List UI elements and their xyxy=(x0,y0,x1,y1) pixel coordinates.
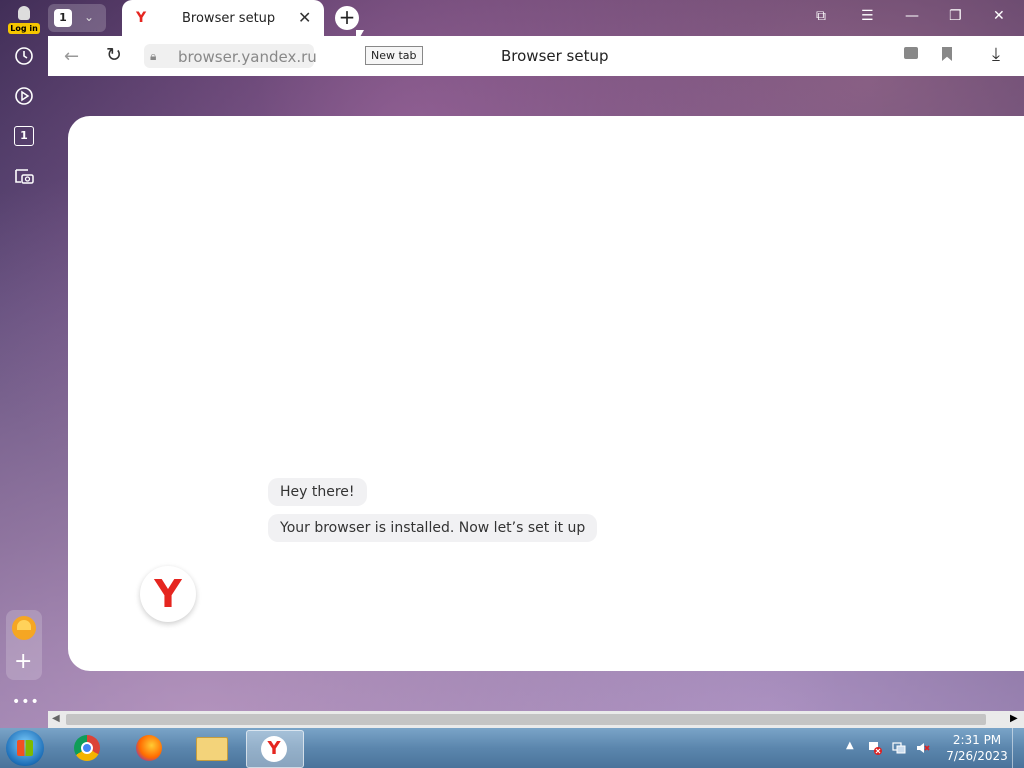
reload-icon[interactable]: ↻ xyxy=(106,44,122,66)
mouse-cursor-icon xyxy=(356,30,364,44)
scrollbar-thumb[interactable] xyxy=(66,714,986,725)
taskbar-app-explorer[interactable] xyxy=(184,730,240,766)
action-center-flag-icon[interactable] xyxy=(868,740,882,755)
media-button[interactable] xyxy=(8,80,40,112)
close-window-icon[interactable]: ✕ xyxy=(993,8,1005,24)
scroll-right-arrow-icon[interactable]: ▶ xyxy=(1010,713,1018,724)
history-icon xyxy=(15,47,33,65)
taskbar-app-firefox[interactable] xyxy=(122,730,178,766)
volume-muted-icon[interactable] xyxy=(916,740,930,754)
clock-date: 7/26/2023 xyxy=(946,749,1008,763)
new-tab-button[interactable]: + xyxy=(335,6,359,30)
taskbar: Y ▲ 2:31 PM 7/26/2023 xyxy=(0,728,1024,768)
chevron-down-icon: ⌄ xyxy=(84,10,95,24)
start-button[interactable] xyxy=(6,730,44,766)
login-label: Log in xyxy=(8,23,40,34)
horizontal-scrollbar[interactable]: ◀ ▶ xyxy=(48,711,1024,728)
lock-icon[interactable]: 🔒︎ xyxy=(150,49,162,63)
url-text: browser.yandex.ru xyxy=(178,48,317,66)
show-hidden-icons-icon[interactable]: ▲ xyxy=(846,740,854,751)
tab-title: Browser setup xyxy=(182,11,276,26)
chrome-icon xyxy=(74,735,100,761)
bookmarks-panel-icon[interactable]: ⧉ xyxy=(816,8,826,24)
address-bar: ← ↻ 🔒︎ browser.yandex.ru Browser setup ⤓ xyxy=(48,36,1024,76)
more-icon[interactable]: ••• xyxy=(12,694,40,710)
tab-browser-setup[interactable]: Y Browser setup ✕ xyxy=(122,0,324,38)
tab-count-icon: 1 xyxy=(14,126,34,146)
restore-icon[interactable]: ❐ xyxy=(949,8,962,24)
yandex-logo-icon: Y xyxy=(140,566,196,622)
page-title: Browser setup xyxy=(501,47,609,65)
minimize-icon[interactable]: — xyxy=(905,8,919,24)
back-arrow-icon[interactable]: ← xyxy=(64,46,79,67)
folder-icon xyxy=(196,737,228,761)
url-field[interactable]: 🔒︎ browser.yandex.ru xyxy=(144,44,317,68)
new-tab-tooltip: New tab xyxy=(365,46,423,65)
zen-icon[interactable] xyxy=(12,616,36,640)
add-service-icon[interactable]: + xyxy=(14,651,32,673)
taskbar-app-yandex[interactable]: Y xyxy=(246,730,304,768)
play-icon xyxy=(15,87,33,105)
firefox-icon xyxy=(136,735,162,761)
network-icon[interactable] xyxy=(892,740,906,754)
download-icon[interactable]: ⤓ xyxy=(992,44,1000,65)
user-icon xyxy=(18,6,30,20)
screenshot-button[interactable] xyxy=(8,160,40,192)
system-clock[interactable]: 2:31 PM 7/26/2023 xyxy=(944,732,1010,764)
login-button[interactable]: Log in xyxy=(6,4,42,34)
message-bubble: Your browser is installed. Now let’s set… xyxy=(268,514,598,542)
sidebar: Log in 1 + ••• xyxy=(0,0,48,728)
bookmark-icon[interactable] xyxy=(942,47,952,61)
yandex-browser-icon: Y xyxy=(261,736,287,762)
close-tab-icon[interactable]: ✕ xyxy=(298,8,311,27)
taskbar-app-chrome[interactable] xyxy=(60,730,116,766)
tab-count-button[interactable]: 1 ⌄ xyxy=(48,4,106,32)
tab-count-badge: 1 xyxy=(54,9,72,27)
tabs-counter-button[interactable]: 1 xyxy=(8,120,40,152)
comment-icon[interactable] xyxy=(904,47,918,59)
screenshot-icon xyxy=(15,169,34,184)
sidebar-services-panel: + xyxy=(6,610,42,680)
yandex-favicon-icon: Y xyxy=(136,10,147,26)
history-button[interactable] xyxy=(8,40,40,72)
show-desktop-button[interactable] xyxy=(1012,728,1024,768)
menu-icon[interactable]: ☰ xyxy=(861,8,874,24)
setup-card xyxy=(68,116,1024,671)
scroll-left-arrow-icon[interactable]: ◀ xyxy=(52,713,60,724)
clock-time: 2:31 PM xyxy=(952,733,1002,747)
greeting-bubble: Hey there! xyxy=(268,478,367,506)
